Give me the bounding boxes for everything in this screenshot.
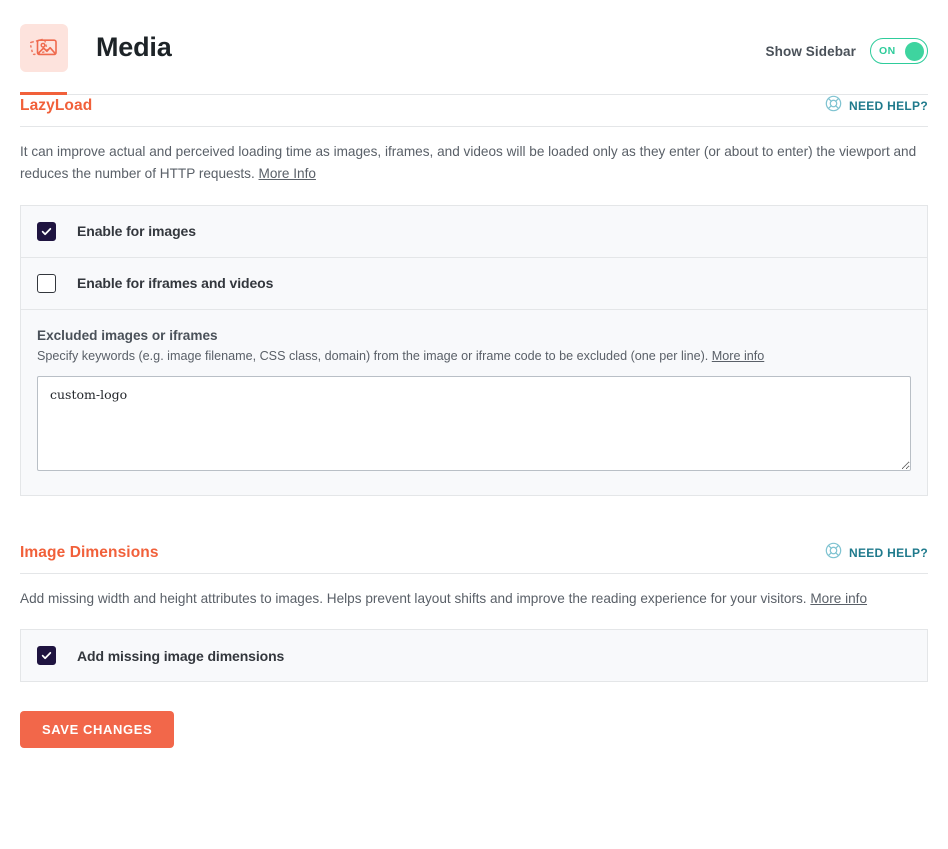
more-info-link-image-dimensions[interactable]: More info — [810, 591, 867, 606]
option-row-add-dimensions[interactable]: Add missing image dimensions — [21, 630, 927, 681]
save-changes-button[interactable]: SAVE CHANGES — [20, 711, 175, 749]
show-sidebar-toggle[interactable]: ON — [870, 38, 928, 64]
excluded-images-help: Specify keywords (e.g. image filename, C… — [37, 347, 911, 366]
description-text: It can improve actual and perceived load… — [20, 144, 917, 182]
section-image-dimensions: Image Dimensions NEED HELP? Add missing … — [20, 542, 928, 683]
need-help-label: NEED HELP? — [848, 545, 928, 560]
header-right: Show Sidebar ON — [766, 38, 928, 64]
more-info-link-excluded[interactable]: More info — [712, 349, 765, 363]
section-header: LazyLoad NEED HELP? — [20, 95, 928, 127]
option-row-enable-images[interactable]: Enable for images — [21, 206, 927, 257]
need-help-label: NEED HELP? — [848, 99, 928, 113]
section-title-image-dimensions: Image Dimensions — [20, 543, 159, 561]
page-content: LazyLoad NEED HELP? It can improve actua… — [0, 95, 948, 772]
tab-strip — [0, 92, 948, 95]
section-description-image-dimensions: Add missing width and height attributes … — [20, 588, 928, 610]
more-info-link-lazyload[interactable]: More Info — [259, 166, 316, 181]
excluded-images-textarea-wrap — [37, 375, 911, 476]
label-enable-iframes[interactable]: Enable for iframes and videos — [77, 275, 273, 291]
lazyload-options-panel: Enable for images Enable for iframes and… — [20, 204, 928, 496]
need-help-link-image-dimensions[interactable]: NEED HELP? — [825, 542, 928, 564]
label-add-image-dimensions[interactable]: Add missing image dimensions — [77, 648, 284, 664]
description-text: Add missing width and height attributes … — [20, 590, 811, 606]
option-row-enable-iframes[interactable]: Enable for iframes and videos — [21, 256, 927, 309]
page-header: Media Show Sidebar ON — [0, 0, 948, 95]
tab-active-indicator — [20, 92, 67, 95]
section-header-dimensions: Image Dimensions NEED HELP? — [20, 542, 928, 574]
excluded-images-block: Excluded images or iframes Specify keywo… — [21, 308, 927, 495]
label-enable-images[interactable]: Enable for images — [77, 223, 196, 239]
media-photos-icon — [20, 23, 68, 72]
lifebuoy-icon — [825, 95, 842, 117]
lifebuoy-icon — [825, 542, 842, 564]
checkbox-add-image-dimensions[interactable] — [37, 646, 56, 666]
show-sidebar-label: Show Sidebar — [765, 43, 856, 59]
excluded-images-label: Excluded images or iframes — [37, 327, 218, 343]
section-title-lazyload: LazyLoad — [20, 97, 93, 114]
checkbox-enable-images[interactable] — [37, 221, 56, 241]
checkbox-enable-iframes[interactable] — [37, 273, 56, 293]
section-description-lazyload: It can improve actual and perceived load… — [20, 141, 928, 186]
header-left: Media — [20, 23, 172, 72]
image-dimensions-options-panel: Add missing image dimensions — [20, 629, 928, 683]
toggle-state-label: ON — [879, 45, 896, 57]
footer-actions: SAVE CHANGES — [20, 711, 928, 772]
page-title: Media — [96, 32, 172, 62]
need-help-link-lazyload[interactable]: NEED HELP? — [825, 95, 928, 117]
toggle-knob — [905, 41, 924, 61]
section-lazyload: LazyLoad NEED HELP? It can improve actua… — [20, 95, 928, 496]
excluded-images-help-text: Specify keywords (e.g. image filename, C… — [37, 348, 712, 363]
excluded-images-textarea[interactable] — [37, 375, 911, 471]
